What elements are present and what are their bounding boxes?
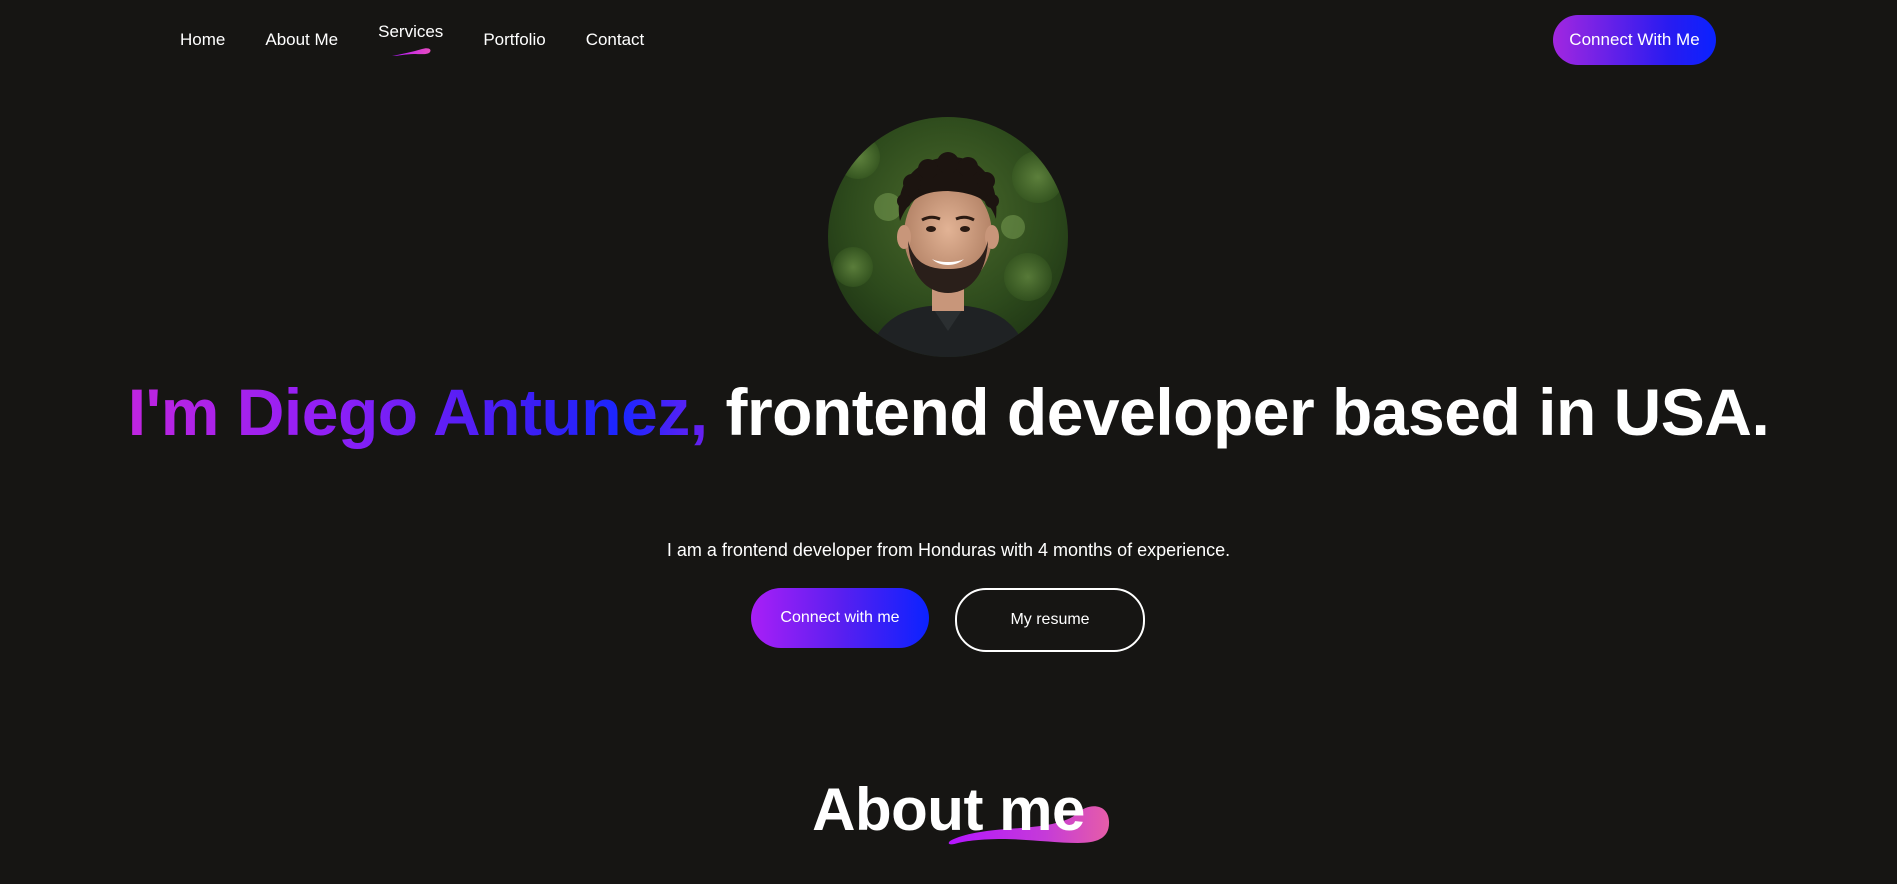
hero-heading-name: I'm Diego Antunez, xyxy=(127,375,708,449)
nav-item-about-me[interactable]: About Me xyxy=(245,22,358,58)
nav-item-services[interactable]: Services xyxy=(358,14,463,56)
my-resume-button[interactable]: My resume xyxy=(955,588,1145,652)
active-underline-icon xyxy=(391,48,431,56)
profile-photo-image xyxy=(828,117,1068,357)
nav-item-services-label: Services xyxy=(378,22,444,41)
navbar: Home About Me Services Portfolio Contact… xyxy=(0,0,1897,80)
nav-item-portfolio[interactable]: Portfolio xyxy=(463,22,565,58)
hero-heading-rest: frontend developer based in USA. xyxy=(707,375,1770,449)
about-section: About me xyxy=(0,775,1897,845)
connect-with-me-button[interactable]: Connect with me xyxy=(751,588,929,648)
about-heading: About me xyxy=(812,776,1085,843)
nav-item-contact[interactable]: Contact xyxy=(566,22,665,58)
hero-actions: Connect with me My resume xyxy=(751,588,1145,652)
nav-menu: Home About Me Services Portfolio Contact xyxy=(160,22,664,58)
hero-subtitle: I am a frontend developer from Honduras … xyxy=(666,540,1231,560)
hero-heading: I'm Diego Antunez, frontend developer ba… xyxy=(0,376,1897,448)
connect-with-me-nav-button[interactable]: Connect With Me xyxy=(1553,15,1716,65)
profile-photo xyxy=(828,117,1068,357)
nav-item-home[interactable]: Home xyxy=(160,22,245,58)
